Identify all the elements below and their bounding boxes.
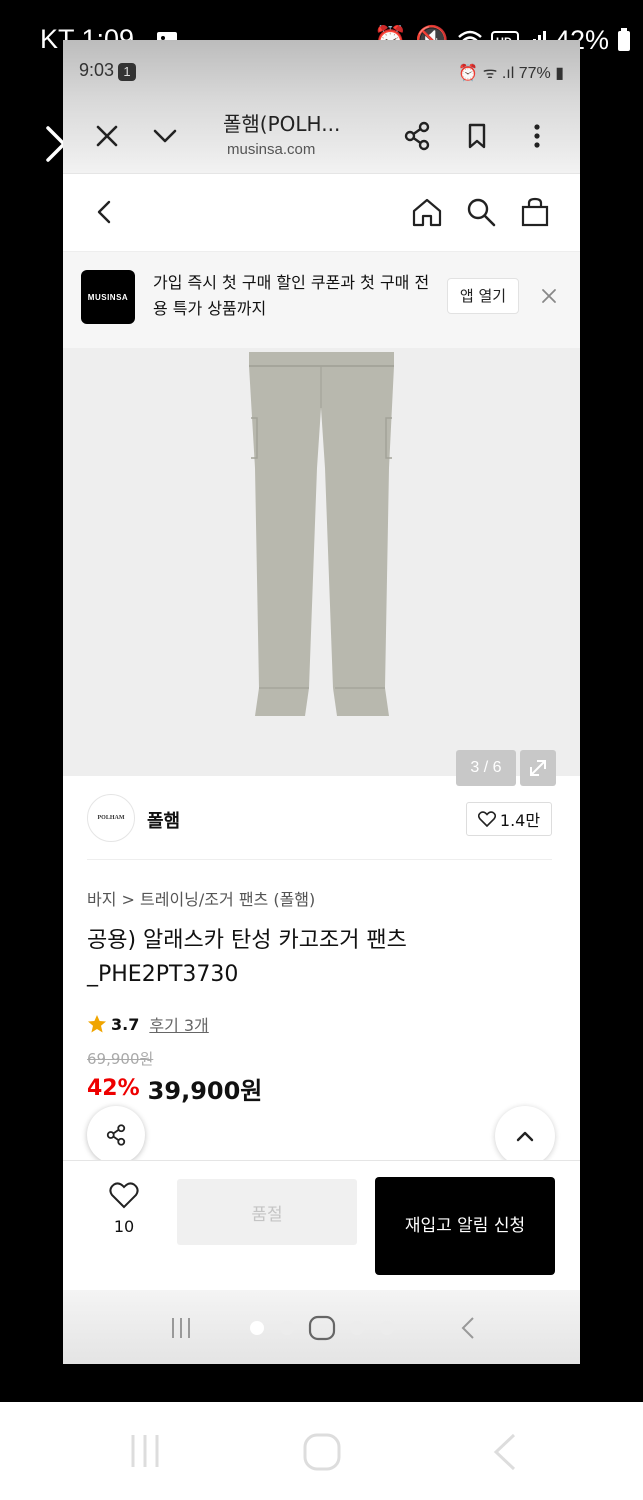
browser-toolbar: 폴햄(POLH... musinsa.com — [63, 98, 580, 174]
sale-price-row: 42% 39,900원 — [87, 1071, 556, 1106]
product-info: 바지 > 트레이닝/조거 팬츠 (폴햄) 공용) 알래스카 탄성 카고조거 팬츠… — [63, 886, 580, 1106]
nav-back-icon[interactable] — [488, 1432, 522, 1472]
inner-status-bar: 9:03 1 ⏰ ᯤ .ıl 77% ▮ — [63, 40, 580, 98]
wishlist-button[interactable]: 10 — [99, 1181, 149, 1236]
brand-like-button[interactable]: 1.4만 — [466, 802, 552, 836]
product-image-gallery[interactable]: 3 / 6 — [63, 348, 580, 786]
heart-icon — [109, 1182, 139, 1209]
inner-battery-text: 77% — [518, 65, 551, 82]
open-app-button[interactable]: 앱 열기 — [447, 278, 519, 314]
more-options-icon[interactable] — [517, 116, 557, 156]
outer-nav-bar — [0, 1402, 643, 1500]
breadcrumb[interactable]: 바지 > 트레이닝/조거 팬츠 (폴햄) — [87, 886, 556, 910]
browser-page-title: 폴햄(POLH... — [223, 112, 341, 136]
product-image — [249, 352, 394, 716]
recent-apps-icon[interactable] — [126, 1432, 164, 1470]
search-icon[interactable] — [463, 194, 499, 230]
battery-icon — [618, 28, 630, 51]
banner-close-icon[interactable] — [539, 286, 559, 306]
shopping-bag-icon[interactable] — [517, 194, 553, 230]
heart-icon — [477, 811, 496, 827]
page-dots-icon — [250, 1315, 394, 1341]
notification-badge: 1 — [118, 63, 137, 81]
browser-url[interactable]: musinsa.com — [227, 141, 315, 158]
purchase-bar: 10 품절 재입고 알림 신청 — [63, 1160, 580, 1290]
inner-screenshot: 9:03 1 ⏰ ᯤ .ıl 77% ▮ 폴햄(POLH... musinsa.c… — [63, 40, 580, 1364]
scroll-top-button[interactable] — [495, 1106, 555, 1166]
review-link[interactable]: 후기 3개 — [149, 1012, 208, 1036]
floating-share-button[interactable] — [87, 1106, 145, 1164]
app-install-banner: MUSINSA 가입 즉시 첫 구매 할인 쿠폰과 첫 구매 전용 특가 상품까… — [63, 252, 580, 348]
original-price: 69,900원 — [87, 1050, 154, 1068]
rating-row: 3.7 후기 3개 — [87, 1012, 556, 1036]
recent-apps-icon[interactable] — [167, 1314, 195, 1342]
site-header — [63, 174, 580, 252]
nav-back-icon[interactable] — [455, 1314, 483, 1342]
banner-text: 가입 즉시 첫 구매 할인 쿠폰과 첫 구매 전용 특가 상품까지 — [153, 273, 430, 318]
wishlist-count: 10 — [113, 1217, 135, 1236]
rating-score: 3.7 — [111, 1014, 140, 1034]
brand-logo[interactable]: POLHAM — [87, 794, 135, 842]
inner-nav-bar — [63, 1290, 580, 1364]
chevron-up-icon — [516, 1131, 534, 1142]
brand-name[interactable]: 폴햄 — [147, 807, 180, 833]
home-icon[interactable] — [409, 194, 445, 230]
musinsa-logo: MUSINSA — [81, 270, 135, 324]
inner-status-icons: ⏰ ᯤ .ıl — [458, 65, 519, 82]
inner-time: 9:03 — [79, 60, 115, 80]
restock-alert-button[interactable]: 재입고 알림 신청 — [375, 1177, 555, 1275]
soldout-button: 품절 — [177, 1179, 357, 1245]
brand-like-count: 1.4만 — [499, 811, 541, 830]
star-icon — [88, 1015, 106, 1033]
home-button-icon[interactable] — [302, 1432, 342, 1472]
back-icon[interactable] — [87, 194, 123, 230]
chevron-down-icon[interactable] — [145, 116, 185, 156]
discount-rate: 42% — [87, 1076, 140, 1101]
close-tab-icon[interactable] — [87, 116, 127, 156]
product-title: 공용) 알래스카 탄성 카고조거 팬츠_PHE2PT3730 — [87, 928, 407, 987]
sale-price: 39,900원 — [147, 1077, 263, 1105]
bookmark-icon[interactable] — [457, 116, 497, 156]
share-icon[interactable] — [397, 116, 437, 156]
share-icon — [106, 1124, 126, 1146]
brand-row: POLHAM 폴햄 1.4만 — [87, 776, 552, 860]
